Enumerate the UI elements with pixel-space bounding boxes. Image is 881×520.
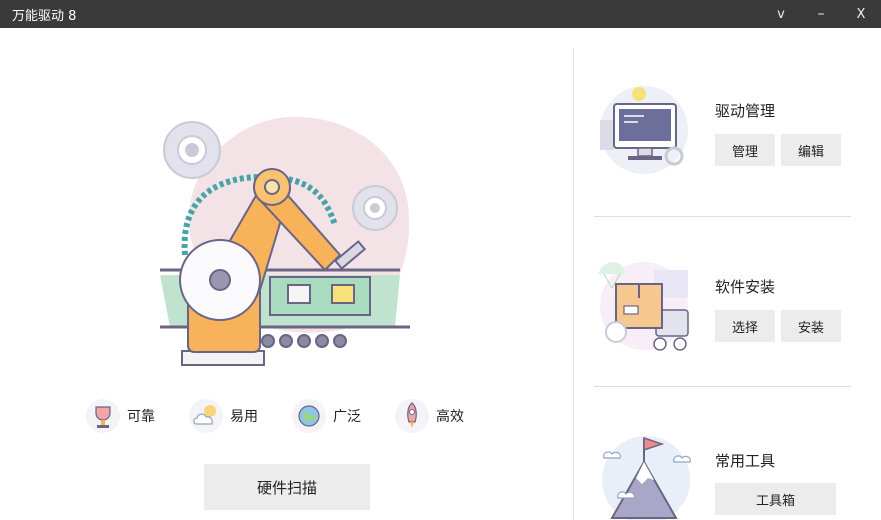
select-button[interactable]: 选择 [715, 310, 775, 342]
monitor-icon [600, 86, 688, 174]
software-install-section: 软件安装 选择 安装 [594, 254, 854, 364]
feature-efficient: 高效 [394, 398, 497, 434]
window-title: 万能驱动 8 [12, 8, 77, 24]
section-title: 驱动管理 [715, 102, 776, 120]
common-tools-section: 常用工具 工具箱 [594, 428, 854, 520]
feature-label: 易用 [230, 409, 258, 425]
driver-management-section: 驱动管理 管理 编辑 [594, 78, 854, 188]
feature-label: 广泛 [333, 409, 361, 425]
parcel-delivery-icon [598, 262, 689, 351]
robot-arm-illustration [160, 116, 410, 366]
minimize-button[interactable]: – [801, 0, 841, 28]
edit-button[interactable]: 编辑 [781, 134, 841, 166]
trophy-icon [86, 399, 120, 433]
section-title: 软件安装 [715, 278, 776, 296]
rocket-icon [395, 399, 429, 433]
dropdown-button[interactable]: v [761, 0, 801, 28]
section-divider [594, 216, 851, 217]
section-title: 常用工具 [715, 452, 776, 470]
title-bar: 万能驱动 8 v – X [0, 0, 881, 28]
toolbox-button[interactable]: 工具箱 [715, 483, 836, 515]
feature-list: 可靠 易用 广泛 高效 [85, 398, 497, 434]
feature-reliable: 可靠 [85, 398, 188, 434]
feature-label: 高效 [436, 409, 464, 425]
feature-broad: 广泛 [291, 398, 394, 434]
manage-button[interactable]: 管理 [715, 134, 775, 166]
feature-label: 可靠 [127, 409, 155, 425]
mountain-flag-icon [602, 436, 691, 520]
cloud-sun-icon [189, 399, 223, 433]
section-divider [594, 386, 851, 387]
feature-easy: 易用 [188, 398, 291, 434]
install-button[interactable]: 安装 [781, 310, 841, 342]
hardware-scan-button[interactable]: 硬件扫描 [204, 464, 370, 510]
vertical-divider [573, 48, 574, 520]
globe-icon [292, 399, 326, 433]
close-button[interactable]: X [841, 0, 881, 28]
